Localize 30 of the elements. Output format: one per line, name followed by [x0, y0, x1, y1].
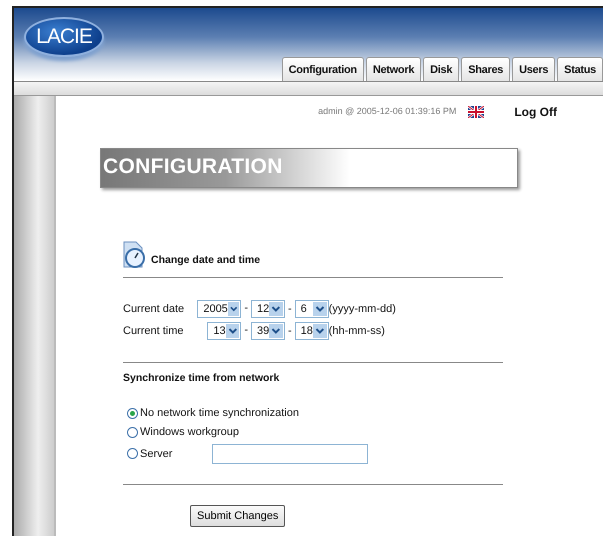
radio-label: Server [140, 446, 172, 462]
dropdown[interactable]: 18 [294, 322, 329, 340]
nav-tab[interactable]: Shares [461, 56, 510, 81]
dropdown[interactable]: 13 [207, 322, 242, 340]
nav-tab[interactable]: Network [366, 56, 422, 81]
page-title: CONFIGURATION [102, 154, 283, 180]
section-heading: Change date and time [151, 253, 260, 268]
dropdown[interactable]: 2005 [197, 300, 242, 318]
nav-tab[interactable]: Configuration [282, 56, 364, 81]
radio-label: Windows workgroup [140, 425, 240, 440]
separator: - [288, 324, 292, 339]
submit-button[interactable]: Submit Changes [190, 504, 286, 528]
logoff-link[interactable]: Log Off [514, 103, 557, 121]
radio-label: No network time synchronization [140, 406, 299, 421]
section-heading: Synchronize time from network [123, 371, 280, 386]
user-info: admin @ 2005-12-06 01:39:16 PM [318, 105, 456, 118]
nav-tab[interactable]: Status [557, 56, 603, 81]
separator: - [244, 301, 248, 316]
dropdown[interactable]: 6 [294, 300, 329, 318]
field-label: Current date [123, 302, 186, 317]
separator: - [288, 302, 292, 317]
nav-tab[interactable]: Users [512, 56, 556, 81]
dropdown[interactable]: 12 [251, 300, 285, 318]
separator: - [244, 323, 248, 338]
field-label: Current time [123, 324, 185, 339]
nav-tab[interactable]: Disk [423, 56, 460, 81]
logo: LACIE [24, 17, 104, 57]
dropdown[interactable]: 39 [251, 322, 285, 340]
format-hint: (yyyy-mm-dd) [328, 302, 396, 317]
format-hint: (hh-mm-ss) [328, 324, 385, 339]
